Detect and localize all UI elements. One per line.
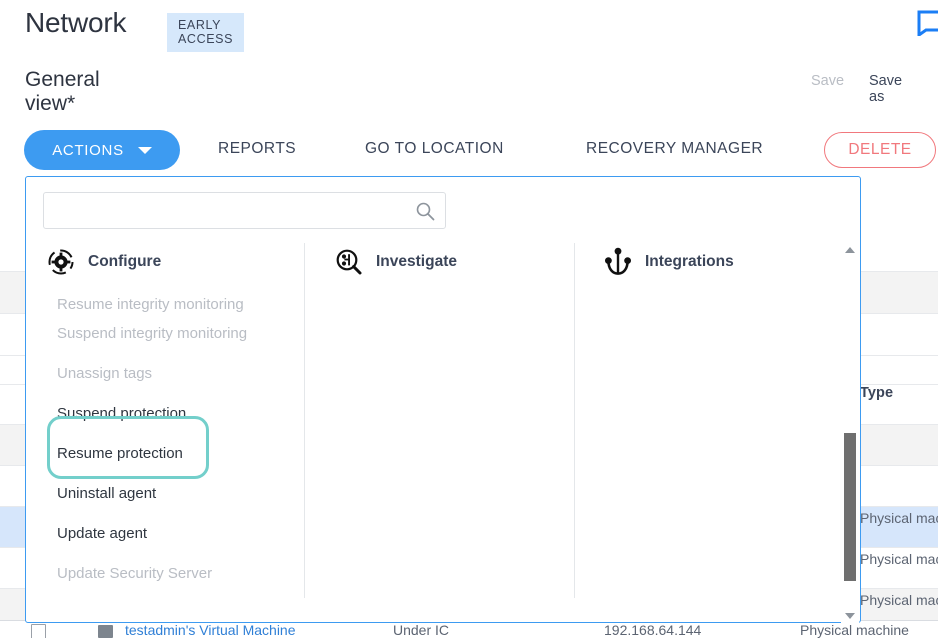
search-field[interactable] (43, 192, 446, 229)
column-header-type[interactable]: Type (860, 385, 893, 401)
dropdown-column-integrations: Integrations (574, 243, 846, 598)
dropdown-scrollbar[interactable] (841, 243, 859, 623)
anchor-integrations-icon (603, 247, 633, 277)
gear-circle-icon (46, 247, 76, 277)
search-input[interactable] (54, 193, 409, 228)
actions-dropdown-panel: Configure Resume integrity monitoring Su… (25, 176, 861, 623)
tab-recovery-manager[interactable]: RECOVERY MANAGER (586, 140, 763, 158)
column-heading: Configure (46, 243, 161, 281)
actions-button-label: ACTIONS (52, 141, 124, 159)
menu-item-resume-integrity-monitoring: Resume integrity monitoring (57, 296, 244, 313)
network-page: Type Physical machine Physical machine P… (0, 0, 938, 638)
column-heading: Investigate (334, 243, 457, 281)
machine-ip: 192.168.64.144 (604, 622, 702, 638)
caret-up-icon[interactable] (845, 247, 855, 253)
configure-menu-list: Resume integrity monitoring Suspend inte… (27, 287, 304, 593)
menu-item-suspend-protection[interactable]: Suspend protection (27, 393, 304, 433)
early-access-badge: EARLY ACCESS (167, 13, 244, 52)
column-title: Investigate (376, 253, 457, 270)
view-name: General view* (25, 68, 100, 115)
chevron-down-icon (137, 146, 152, 154)
dropdown-column-investigate: Investigate (304, 243, 574, 598)
column-title: Integrations (645, 253, 734, 270)
delete-button[interactable]: DELETE (824, 132, 936, 168)
dropdown-column-configure: Configure Resume integrity monitoring Su… (27, 243, 304, 598)
actions-button[interactable]: ACTIONS (24, 130, 180, 170)
tab-go-to-location[interactable]: GO TO LOCATION (365, 140, 504, 158)
save-as-button[interactable]: Save as (869, 73, 902, 105)
machine-type: Physical machine (800, 622, 909, 638)
row-checkbox[interactable] (31, 624, 46, 638)
menu-item-uninstall-agent[interactable]: Uninstall agent (27, 473, 304, 513)
menu-item-update-agent[interactable]: Update agent (27, 513, 304, 553)
menu-item-update-security-server: Update Security Server (57, 564, 213, 582)
table-cell-type: Physical machine (860, 510, 938, 526)
machine-name-link[interactable]: testadmin's Virtual Machine (125, 622, 296, 638)
machine-group: Under IC (393, 622, 450, 638)
menu-item-unassign-tags: Unassign tags (57, 364, 153, 382)
machine-icon (98, 625, 113, 638)
column-title: Configure (88, 253, 162, 270)
column-heading: Integrations (603, 243, 734, 281)
bookmark-icon[interactable] (917, 10, 938, 38)
table-cell-type: Physical machine (860, 551, 938, 567)
caret-down-icon[interactable] (845, 613, 855, 619)
scrollbar-thumb[interactable] (844, 433, 856, 581)
tab-reports[interactable]: REPORTS (218, 140, 296, 158)
menu-item-suspend-integrity-monitoring: Suspend integrity monitoring (57, 324, 248, 342)
menu-item-resume-protection[interactable]: Resume protection (27, 433, 304, 473)
search-icon[interactable] (415, 201, 435, 221)
magnifier-graph-icon (334, 247, 364, 277)
page-title: Network (25, 7, 127, 38)
table-cell-type: Physical machine (860, 592, 938, 608)
save-button[interactable]: Save (811, 73, 844, 89)
